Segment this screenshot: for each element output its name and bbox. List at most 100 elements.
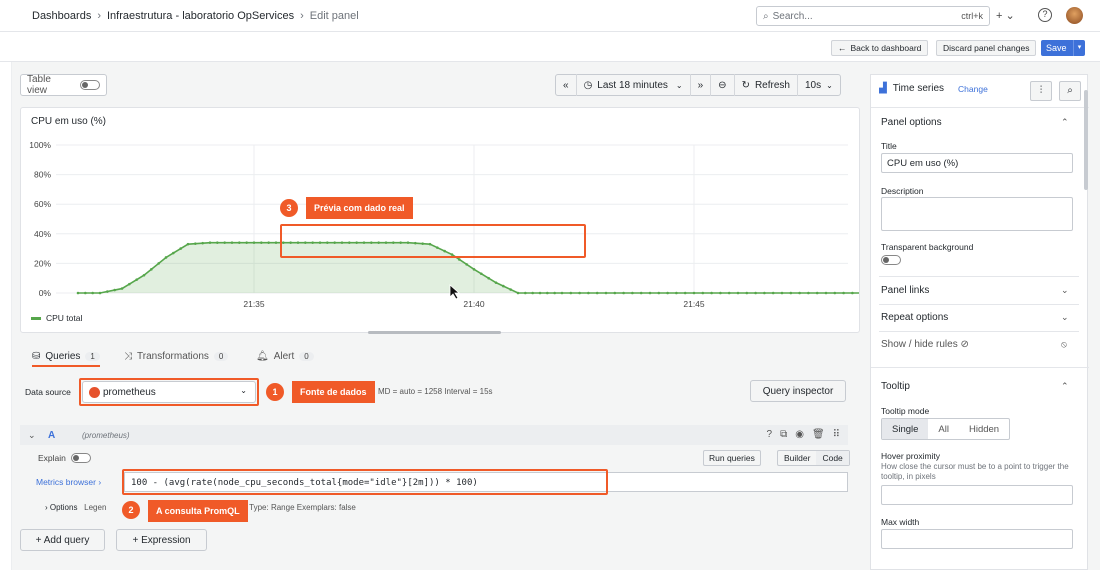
divider: [871, 367, 1089, 368]
data-point: [487, 276, 490, 280]
search-icon[interactable]: ⌕: [1059, 81, 1081, 101]
query-options-info[interactable]: MD = auto = 1258 Interval = 15s: [378, 387, 493, 396]
breadcrumb-dashboard[interactable]: Infraestrutura - laboratorio OpServices: [107, 10, 294, 22]
discard-changes-button[interactable]: Discard panel changes: [936, 40, 1037, 56]
toggle-switch[interactable]: [70, 453, 91, 463]
chevron-down-icon[interactable]: ⌄: [28, 430, 36, 441]
options-toggle[interactable]: › Options: [45, 503, 77, 512]
back-arrow-icon: ←: [838, 43, 847, 53]
avatar[interactable]: [1066, 7, 1083, 24]
highlight-preview: [280, 224, 586, 258]
change-viz-link[interactable]: Change: [958, 84, 988, 94]
y-tick-label: 100%: [29, 140, 51, 150]
time-back-icon[interactable]: «: [556, 74, 577, 96]
chevron-down-icon[interactable]: ⌄: [1061, 312, 1069, 323]
query-row-header[interactable]: ⌄ A (prometheus) ? ⧉ ◉ 🗑︎ ⠿: [20, 425, 848, 445]
chevron-down-icon: ⌄: [826, 80, 833, 90]
explain-label: Explain: [38, 453, 66, 463]
refresh-interval-picker[interactable]: 10s ⌄: [798, 74, 840, 96]
callout-number-2: 2: [122, 501, 140, 519]
search-input[interactable]: ⌕ Search... ctrl+k: [756, 6, 990, 26]
chevron-up-icon[interactable]: ⌃: [1061, 117, 1069, 128]
tab-transformations[interactable]: ⤨ Transformations 0: [124, 351, 229, 362]
table-view-toggle[interactable]: Table view: [20, 74, 107, 96]
show-hide-label: Show / hide rules: [881, 339, 958, 350]
explain-toggle[interactable]: Explain: [38, 453, 91, 463]
data-point: [91, 291, 94, 295]
hover-proximity-desc: How close the cursor must be to a point …: [881, 462, 1069, 481]
back-to-dashboard-button[interactable]: ← Back to dashboard: [831, 40, 929, 56]
tab-alert[interactable]: 🔔︎ Alert 0: [256, 351, 314, 362]
save-button[interactable]: Save ▾: [1041, 40, 1085, 56]
panel-options-header[interactable]: Panel options: [881, 117, 942, 128]
chevron-up-icon[interactable]: ⌃: [1061, 381, 1069, 392]
zoom-out-icon[interactable]: ⊖: [711, 74, 735, 96]
data-point: [842, 291, 845, 295]
repeat-options-header[interactable]: Repeat options: [881, 312, 948, 323]
bell-icon: 🔔︎: [256, 351, 269, 362]
chevron-down-icon: ⌄: [675, 80, 683, 90]
data-point: [106, 290, 109, 293]
description-textarea[interactable]: [881, 197, 1073, 231]
code-mode-button[interactable]: Code: [816, 451, 849, 465]
data-point: [622, 291, 625, 295]
add-expression-button[interactable]: + Expression: [116, 529, 207, 551]
help-icon[interactable]: ?: [767, 429, 773, 440]
transparent-toggle[interactable]: [881, 255, 901, 265]
data-point: [113, 288, 116, 292]
data-point: [157, 262, 160, 265]
time-forward-icon[interactable]: »: [691, 74, 712, 96]
builder-mode-button[interactable]: Builder: [778, 451, 816, 465]
time-range-picker[interactable]: ◷ Last 18 minutes ⌄: [577, 74, 691, 96]
search-shortcut: ctrl+k: [961, 11, 983, 21]
data-point: [260, 241, 263, 244]
tab-queries-count: 1: [85, 352, 100, 361]
data-point: [274, 241, 278, 244]
title-input[interactable]: CPU em uso (%): [881, 153, 1073, 173]
run-queries-button[interactable]: Run queries: [703, 450, 761, 466]
help-icon[interactable]: ?: [1038, 8, 1052, 22]
tooltip-mode-single[interactable]: Single: [882, 419, 929, 439]
sliders-icon[interactable]: ⫶: [1030, 81, 1052, 101]
vertical-scrollbar[interactable]: [1084, 90, 1088, 190]
data-point: [238, 241, 241, 244]
duplicate-icon[interactable]: ⧉: [780, 429, 787, 440]
data-point: [727, 291, 731, 295]
database-icon: ⛁: [32, 351, 41, 362]
clock-icon: ◷: [583, 79, 593, 91]
tab-queries[interactable]: ⛁ Queries 1: [32, 351, 100, 367]
trash-icon[interactable]: 🗑︎: [812, 429, 825, 440]
tooltip-mode-hidden[interactable]: Hidden: [959, 419, 1009, 439]
block-icon[interactable]: ⦸: [1061, 339, 1067, 350]
highlight-query: [122, 469, 608, 495]
drag-handle-icon[interactable]: ⠿: [833, 429, 840, 440]
metrics-browser-button[interactable]: Metrics browser ›: [36, 477, 101, 487]
tooltip-mode-all[interactable]: All: [928, 419, 959, 439]
eye-icon[interactable]: ◉: [795, 429, 804, 440]
add-menu-button[interactable]: + ⌄: [996, 9, 1015, 22]
panel-links-header[interactable]: Panel links: [881, 285, 929, 296]
hover-proximity-input[interactable]: [881, 485, 1073, 505]
horizontal-scrollbar[interactable]: [368, 331, 501, 334]
toggle-switch[interactable]: [80, 80, 100, 90]
query-actions: ? ⧉ ◉ 🗑︎ ⠿: [767, 429, 840, 440]
y-tick-label: 20%: [34, 258, 51, 268]
query-ref[interactable]: A: [48, 430, 55, 441]
refresh-button[interactable]: ↻ Refresh: [735, 74, 798, 96]
legend-label: CPU total: [46, 313, 83, 323]
options-row[interactable]: › Options Legen s Step: auto Type: Range …: [20, 497, 848, 517]
chevron-down-icon[interactable]: ⌄: [1061, 285, 1069, 296]
save-label: Save: [1046, 43, 1067, 53]
chevron-down-icon[interactable]: ▾: [1073, 40, 1085, 56]
add-query-button[interactable]: + Add query: [20, 529, 105, 551]
breadcrumb-dashboards[interactable]: Dashboards: [32, 10, 91, 22]
tooltip-header[interactable]: Tooltip: [881, 381, 910, 392]
query-inspector-button[interactable]: Query inspector: [750, 380, 846, 402]
visualization-picker[interactable]: ▟ Time series Change: [879, 83, 988, 94]
chart-legend[interactable]: CPU total: [31, 313, 82, 323]
explain-row: Explain Run queries Builder Code: [20, 448, 850, 468]
panel-toolbar: Table view « ◷ Last 18 minutes ⌄ » ⊖ ↻ R…: [20, 74, 860, 98]
show-hide-rules-header[interactable]: Show / hide rules ⊘: [881, 339, 969, 350]
max-width-input[interactable]: [881, 529, 1073, 549]
data-point: [789, 291, 793, 295]
